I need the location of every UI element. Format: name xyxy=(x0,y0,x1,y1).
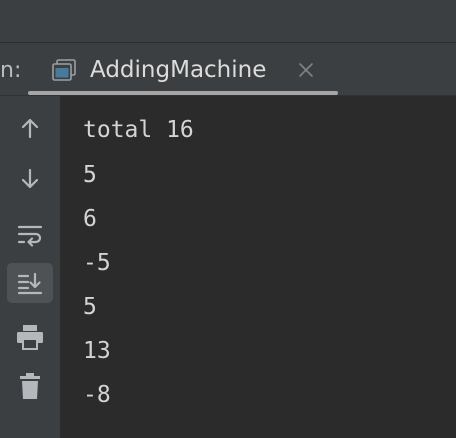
console-line: 13 xyxy=(83,338,111,364)
soft-wrap-button[interactable] xyxy=(7,215,53,255)
arrow-up-icon xyxy=(18,116,42,140)
print-button[interactable] xyxy=(7,317,53,357)
run-tool-window: n: AddingMachine total 16 5 6 -5 5 13 -8 xyxy=(0,0,456,438)
run-label-prefix: n: xyxy=(0,58,22,83)
console-line: -8 xyxy=(83,382,111,408)
arrow-down-button[interactable] xyxy=(7,159,53,199)
delete-button[interactable] xyxy=(7,366,53,406)
console-line: 6 xyxy=(83,206,97,232)
trash-icon xyxy=(18,372,42,400)
console-line: 5 xyxy=(83,294,97,320)
active-tab-indicator xyxy=(28,91,338,95)
console-line: total 16 xyxy=(83,117,194,143)
console-line: 5 xyxy=(83,162,97,188)
print-icon xyxy=(16,324,44,350)
soft-wrap-icon xyxy=(17,223,43,247)
run-toolbar xyxy=(0,96,60,438)
scroll-to-end-button[interactable] xyxy=(7,263,53,303)
console-window-icon xyxy=(52,59,76,81)
arrow-down-icon xyxy=(18,167,42,191)
run-tab-bar: n: AddingMachine xyxy=(0,43,456,96)
close-icon[interactable] xyxy=(297,61,315,79)
tab-label: AddingMachine xyxy=(90,57,267,83)
tab-addingmachine[interactable]: AddingMachine xyxy=(28,43,338,95)
scroll-to-end-icon xyxy=(17,271,43,295)
arrow-up-button[interactable] xyxy=(7,108,53,148)
window-top-strip xyxy=(0,0,456,42)
console-line: -5 xyxy=(83,250,111,276)
console-output[interactable]: total 16 5 6 -5 5 13 -8 xyxy=(60,96,456,438)
